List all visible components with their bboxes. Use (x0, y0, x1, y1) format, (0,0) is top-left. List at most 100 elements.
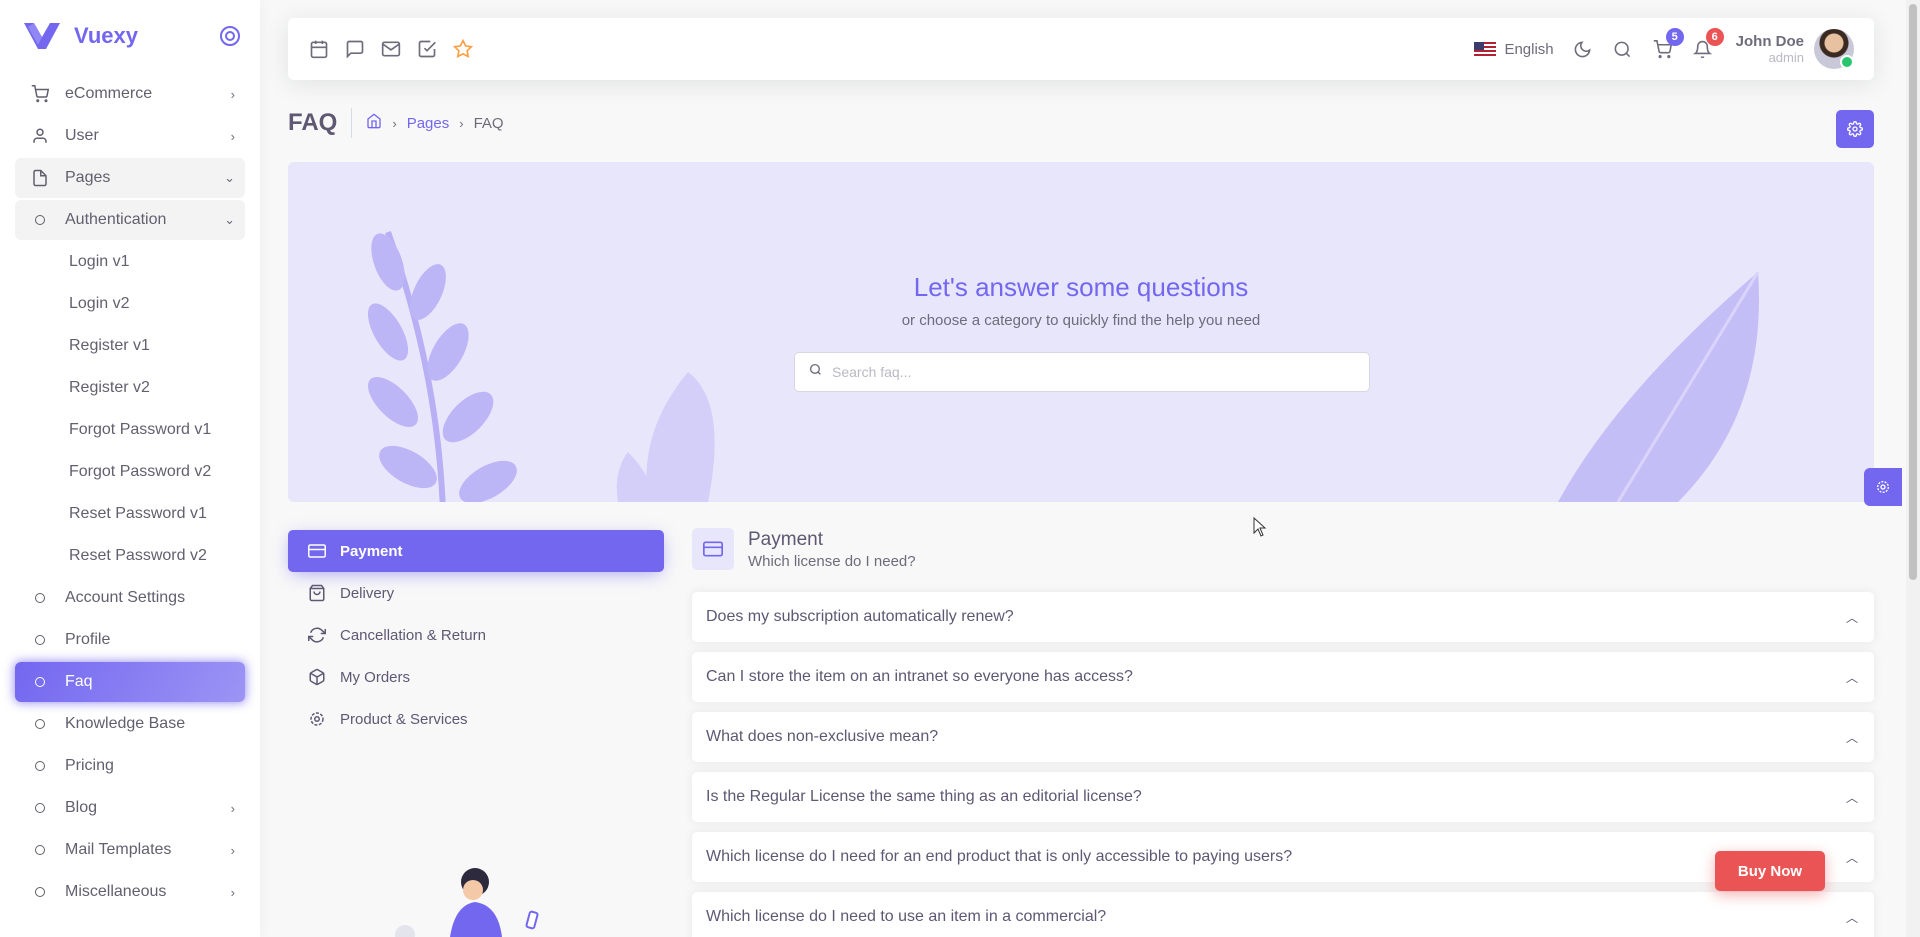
sidebar-collapse-toggle[interactable] (220, 26, 240, 46)
sidebar-item-label: eCommerce (65, 85, 153, 102)
circle-icon (29, 677, 51, 687)
sidebar-item-ecommerce[interactable]: eCommerce › (15, 74, 245, 114)
gear-icon (1877, 481, 1889, 493)
brand-name: Vuexy (74, 23, 139, 48)
sidebar-item-label: Reset Password v1 (69, 505, 207, 522)
vuexy-logo-icon (24, 23, 60, 49)
faq-section-subtitle: Which license do I need? (748, 552, 916, 570)
sidebar-item-account-settings[interactable]: Account Settings (15, 578, 245, 618)
category-label: Payment (340, 542, 403, 560)
chevron-right-icon: › (230, 884, 235, 900)
sidebar-item-label: Mail Templates (65, 841, 172, 858)
sidebar-item-user[interactable]: User › (15, 116, 245, 156)
circle-icon (29, 635, 51, 645)
faq-search-hero: Let's answer some questions or choose a … (288, 162, 1874, 502)
settings-icon (308, 710, 326, 728)
sidebar-item-label: Profile (65, 631, 111, 648)
category-product-services[interactable]: Product & Services (288, 698, 664, 740)
circle-icon (29, 215, 51, 225)
calendar-icon[interactable] (308, 38, 330, 60)
faq-question[interactable]: Which license do I need for an end produ… (692, 832, 1874, 882)
category-cancellation-return[interactable]: Cancellation & Return (288, 614, 664, 656)
leaf-decoration-left (367, 230, 517, 502)
faq-question[interactable]: Can I store the item on an intranet so e… (692, 652, 1874, 702)
mouse-cursor-icon (1253, 517, 1267, 537)
faq-question[interactable]: Which license do I need to use an item i… (692, 892, 1874, 937)
chevron-up-icon: ︿ (1845, 790, 1858, 805)
chevron-right-icon: › (230, 842, 235, 858)
language-dropdown[interactable]: English (1474, 41, 1554, 58)
faq-question-text: Which license do I need to use an item i… (706, 908, 1107, 925)
page-title: FAQ (288, 108, 353, 138)
sidebar-item-pages[interactable]: Pages ⌄ (15, 158, 245, 198)
sidebar-item-miscellaneous[interactable]: Miscellaneous › (15, 872, 245, 912)
notifications-button[interactable]: 6 (1692, 28, 1724, 60)
customizer-toggle[interactable] (1864, 468, 1902, 506)
category-label: Delivery (340, 584, 395, 602)
home-icon[interactable] (366, 113, 382, 133)
chevron-up-icon: ︿ (1845, 670, 1858, 685)
breadcrumb-pages-link[interactable]: Pages (407, 115, 450, 132)
sidebar-item-register-v2[interactable]: Register v2 (15, 368, 245, 408)
us-flag-icon (1474, 41, 1497, 57)
circle-icon (29, 761, 51, 771)
chevron-right-icon: › (230, 800, 235, 816)
star-icon[interactable] (452, 38, 474, 60)
mail-icon[interactable] (380, 38, 402, 60)
sidebar-item-label: Reset Password v2 (69, 547, 207, 564)
faq-search-input[interactable] (832, 364, 1355, 380)
moon-icon[interactable] (1572, 38, 1594, 60)
sidebar-item-login-v2[interactable]: Login v2 (15, 284, 245, 324)
sidebar-item-label: Pricing (65, 757, 114, 774)
cart-button[interactable]: 5 (1652, 28, 1684, 60)
faq-question[interactable]: What does non-exclusive mean? ︿ (692, 712, 1874, 762)
sidebar-item-blog[interactable]: Blog › (15, 788, 245, 828)
sidebar-item-faq[interactable]: Faq (15, 662, 245, 702)
sidebar-item-label: Faq (65, 673, 93, 690)
sidebar-item-forgot-password-v1[interactable]: Forgot Password v1 (15, 410, 245, 450)
header-settings-button[interactable] (1836, 110, 1874, 148)
shopping-bag-icon (308, 584, 326, 602)
sidebar-item-login-v1[interactable]: Login v1 (15, 242, 245, 282)
sidebar-item-mail-templates[interactable]: Mail Templates › (15, 830, 245, 870)
faq-question-text: Can I store the item on an intranet so e… (706, 668, 1133, 685)
faq-question[interactable]: Is the Regular License the same thing as… (692, 772, 1874, 822)
sidebar-item-profile[interactable]: Profile (15, 620, 245, 660)
faq-accordion: Does my subscription automatically renew… (692, 592, 1874, 937)
page-scrollbar[interactable] (1906, 0, 1920, 937)
sidebar-item-label: Pages (65, 169, 111, 186)
sidebar-item-register-v1[interactable]: Register v1 (15, 326, 245, 366)
category-delivery[interactable]: Delivery (288, 572, 664, 614)
check-square-icon[interactable] (416, 38, 438, 60)
faq-question-text: What does non-exclusive mean? (706, 728, 939, 745)
sidebar-item-pricing[interactable]: Pricing (15, 746, 245, 786)
refresh-icon (308, 626, 326, 644)
sidebar-item-reset-password-v1[interactable]: Reset Password v1 (15, 494, 245, 534)
category-my-orders[interactable]: My Orders (288, 656, 664, 698)
search-icon[interactable] (1612, 38, 1634, 60)
top-navbar: English 5 6 John Doe admin (288, 18, 1874, 80)
sidebar-item-label: Forgot Password v1 (69, 421, 212, 438)
scrollbar-thumb[interactable] (1909, 4, 1917, 580)
search-icon (809, 363, 822, 381)
faq-categories: Payment Delivery Cancellation & Return M… (288, 530, 664, 740)
breadcrumb-separator: › (459, 115, 464, 131)
sidebar-item-reset-password-v2[interactable]: Reset Password v2 (15, 536, 245, 576)
buy-now-button[interactable]: Buy Now (1715, 851, 1825, 891)
sidebar-item-authentication[interactable]: Authentication ⌄ (15, 200, 245, 240)
faq-question-text: Does my subscription automatically renew… (706, 608, 1014, 625)
faq-search-box (794, 352, 1370, 392)
chevron-right-icon: › (230, 128, 235, 144)
category-label: Product & Services (340, 710, 468, 728)
cart-count-badge: 5 (1665, 28, 1684, 46)
faq-question[interactable]: Does my subscription automatically renew… (692, 592, 1874, 642)
breadcrumb: › Pages › FAQ (366, 113, 504, 133)
sidebar-item-knowledge-base[interactable]: Knowledge Base (15, 704, 245, 744)
sidebar-item-forgot-password-v2[interactable]: Forgot Password v2 (15, 452, 245, 492)
sidebar-item-label: Knowledge Base (65, 715, 186, 732)
category-payment[interactable]: Payment (288, 530, 664, 572)
hero-title: Let's answer some questions (913, 272, 1249, 302)
message-square-icon[interactable] (344, 38, 366, 60)
user-dropdown[interactable]: John Doe admin (1736, 29, 1854, 69)
user-name: John Doe (1735, 33, 1804, 50)
